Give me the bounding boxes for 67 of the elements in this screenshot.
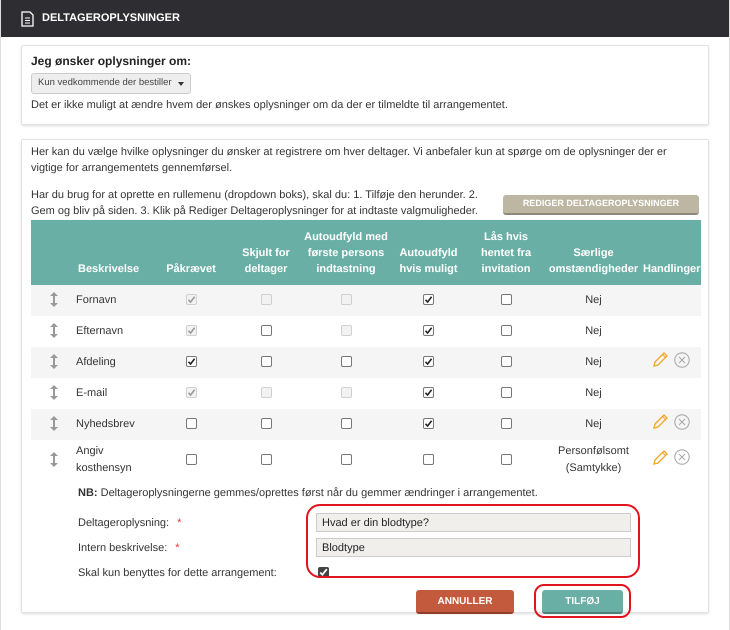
input-field[interactable]: Hvad er din blodtype?	[316, 513, 631, 532]
input-field[interactable]: Blodtype	[316, 538, 631, 557]
checkbox[interactable]	[500, 418, 512, 430]
drag-handle-icon[interactable]	[50, 452, 58, 467]
column-header: Handlinger	[643, 262, 699, 276]
table-cell: Angiv kosthensyn	[76, 445, 132, 474]
table-cell: Fornavn	[76, 294, 116, 306]
field-label: Intern beskrivelse:	[78, 541, 168, 556]
checkbox[interactable]	[423, 325, 434, 336]
cancel-button[interactable]: ANNULLER	[416, 590, 514, 614]
intro-text: Her kan du vælge hvilke oplysninger du ønsker at registrere om hver deltager. Vi anbefaler kun at spørge om de oplysninger der er vigtige for arrangementets gennemførsel.	[31, 144, 668, 176]
remove-icon[interactable]	[674, 449, 690, 465]
checkbox[interactable]	[186, 454, 196, 465]
checkbox[interactable]	[423, 356, 434, 368]
column-header: Autoudfyld med første persons indtastning	[303, 230, 389, 276]
table-cell: Nej	[585, 418, 602, 430]
note-text: NB: Deltageroplysningerne gemmes/oprettes først når du gemmer ændringer i arrangementet.	[78, 486, 539, 500]
checkbox[interactable]	[500, 356, 512, 368]
checkbox[interactable]	[500, 454, 512, 465]
checkbox[interactable]	[186, 418, 196, 430]
checkbox[interactable]	[423, 418, 434, 430]
drag-handle-icon[interactable]	[50, 323, 58, 338]
checkbox[interactable]	[186, 356, 196, 368]
checkbox[interactable]	[318, 566, 329, 578]
drag-handle-icon[interactable]	[50, 385, 58, 400]
checkbox[interactable]	[500, 387, 512, 398]
checkbox[interactable]	[500, 294, 512, 306]
caret-icon	[178, 82, 184, 86]
drag-handle-icon[interactable]	[50, 354, 58, 370]
checkbox[interactable]	[423, 454, 434, 465]
page-title: DELTAGEROPLYSNINGER	[42, 11, 180, 26]
checkbox[interactable]	[500, 325, 512, 336]
table-cell: Nej	[585, 324, 602, 337]
column-header: Påkrævet	[165, 262, 217, 276]
scope-label: Jeg ønsker oplysninger om:	[31, 53, 192, 70]
checkbox[interactable]	[260, 356, 272, 368]
table-cell: Nej	[585, 386, 602, 399]
table-cell: Nej	[585, 294, 602, 306]
scope-dropdown[interactable]: Kun vedkommende der bestiller	[31, 73, 191, 94]
checkbox[interactable]	[423, 387, 434, 398]
field-label: Deltageroplysning:	[78, 516, 170, 531]
checkbox[interactable]	[260, 418, 272, 430]
column-header: Særlige omstændigheder	[548, 246, 639, 276]
table-cell: Nej	[585, 356, 602, 368]
checkbox[interactable]	[340, 454, 352, 465]
checkbox[interactable]	[340, 356, 352, 368]
required-mark: *	[175, 541, 180, 556]
table-cell: Afdeling	[76, 356, 116, 368]
field-label: Skal kun benyttes for dette arrangement:	[78, 566, 278, 581]
checkbox[interactable]	[260, 325, 272, 336]
table-cell: Efternavn	[76, 324, 124, 337]
document-icon	[21, 10, 34, 26]
checkbox[interactable]	[423, 294, 434, 306]
checkbox[interactable]	[260, 454, 272, 465]
scope-note: Det er ikke muligt at ændre hvem der ønskes oplysninger om da der er tilmeldte til arrangementet.	[31, 98, 509, 113]
drag-handle-icon[interactable]	[50, 292, 58, 308]
table-cell: E-mail	[76, 386, 108, 399]
required-mark: *	[177, 516, 182, 531]
table-cell: Nyhedsbrev	[76, 418, 135, 430]
column-header: Skjult for deltager	[241, 246, 291, 276]
hint-text: Har du brug for at oprette en rullemenu (dropdown boks), skal du: 1. Tilføje den herunder. 2. Gem og bliv på siden. 3. Klik på Rediger Deltageroplysninger for at indtaste valgmuligheder.	[31, 188, 479, 218]
drag-handle-icon[interactable]	[50, 416, 58, 432]
column-header: Beskrivelse	[78, 262, 140, 276]
checkbox[interactable]	[340, 418, 352, 430]
column-header: Lås hvis hentet fra invitation	[480, 230, 532, 276]
column-header: Autoudfyld hvis muligt	[398, 246, 459, 276]
table-cell: Personfølsomt (Samtykke)	[558, 445, 629, 474]
